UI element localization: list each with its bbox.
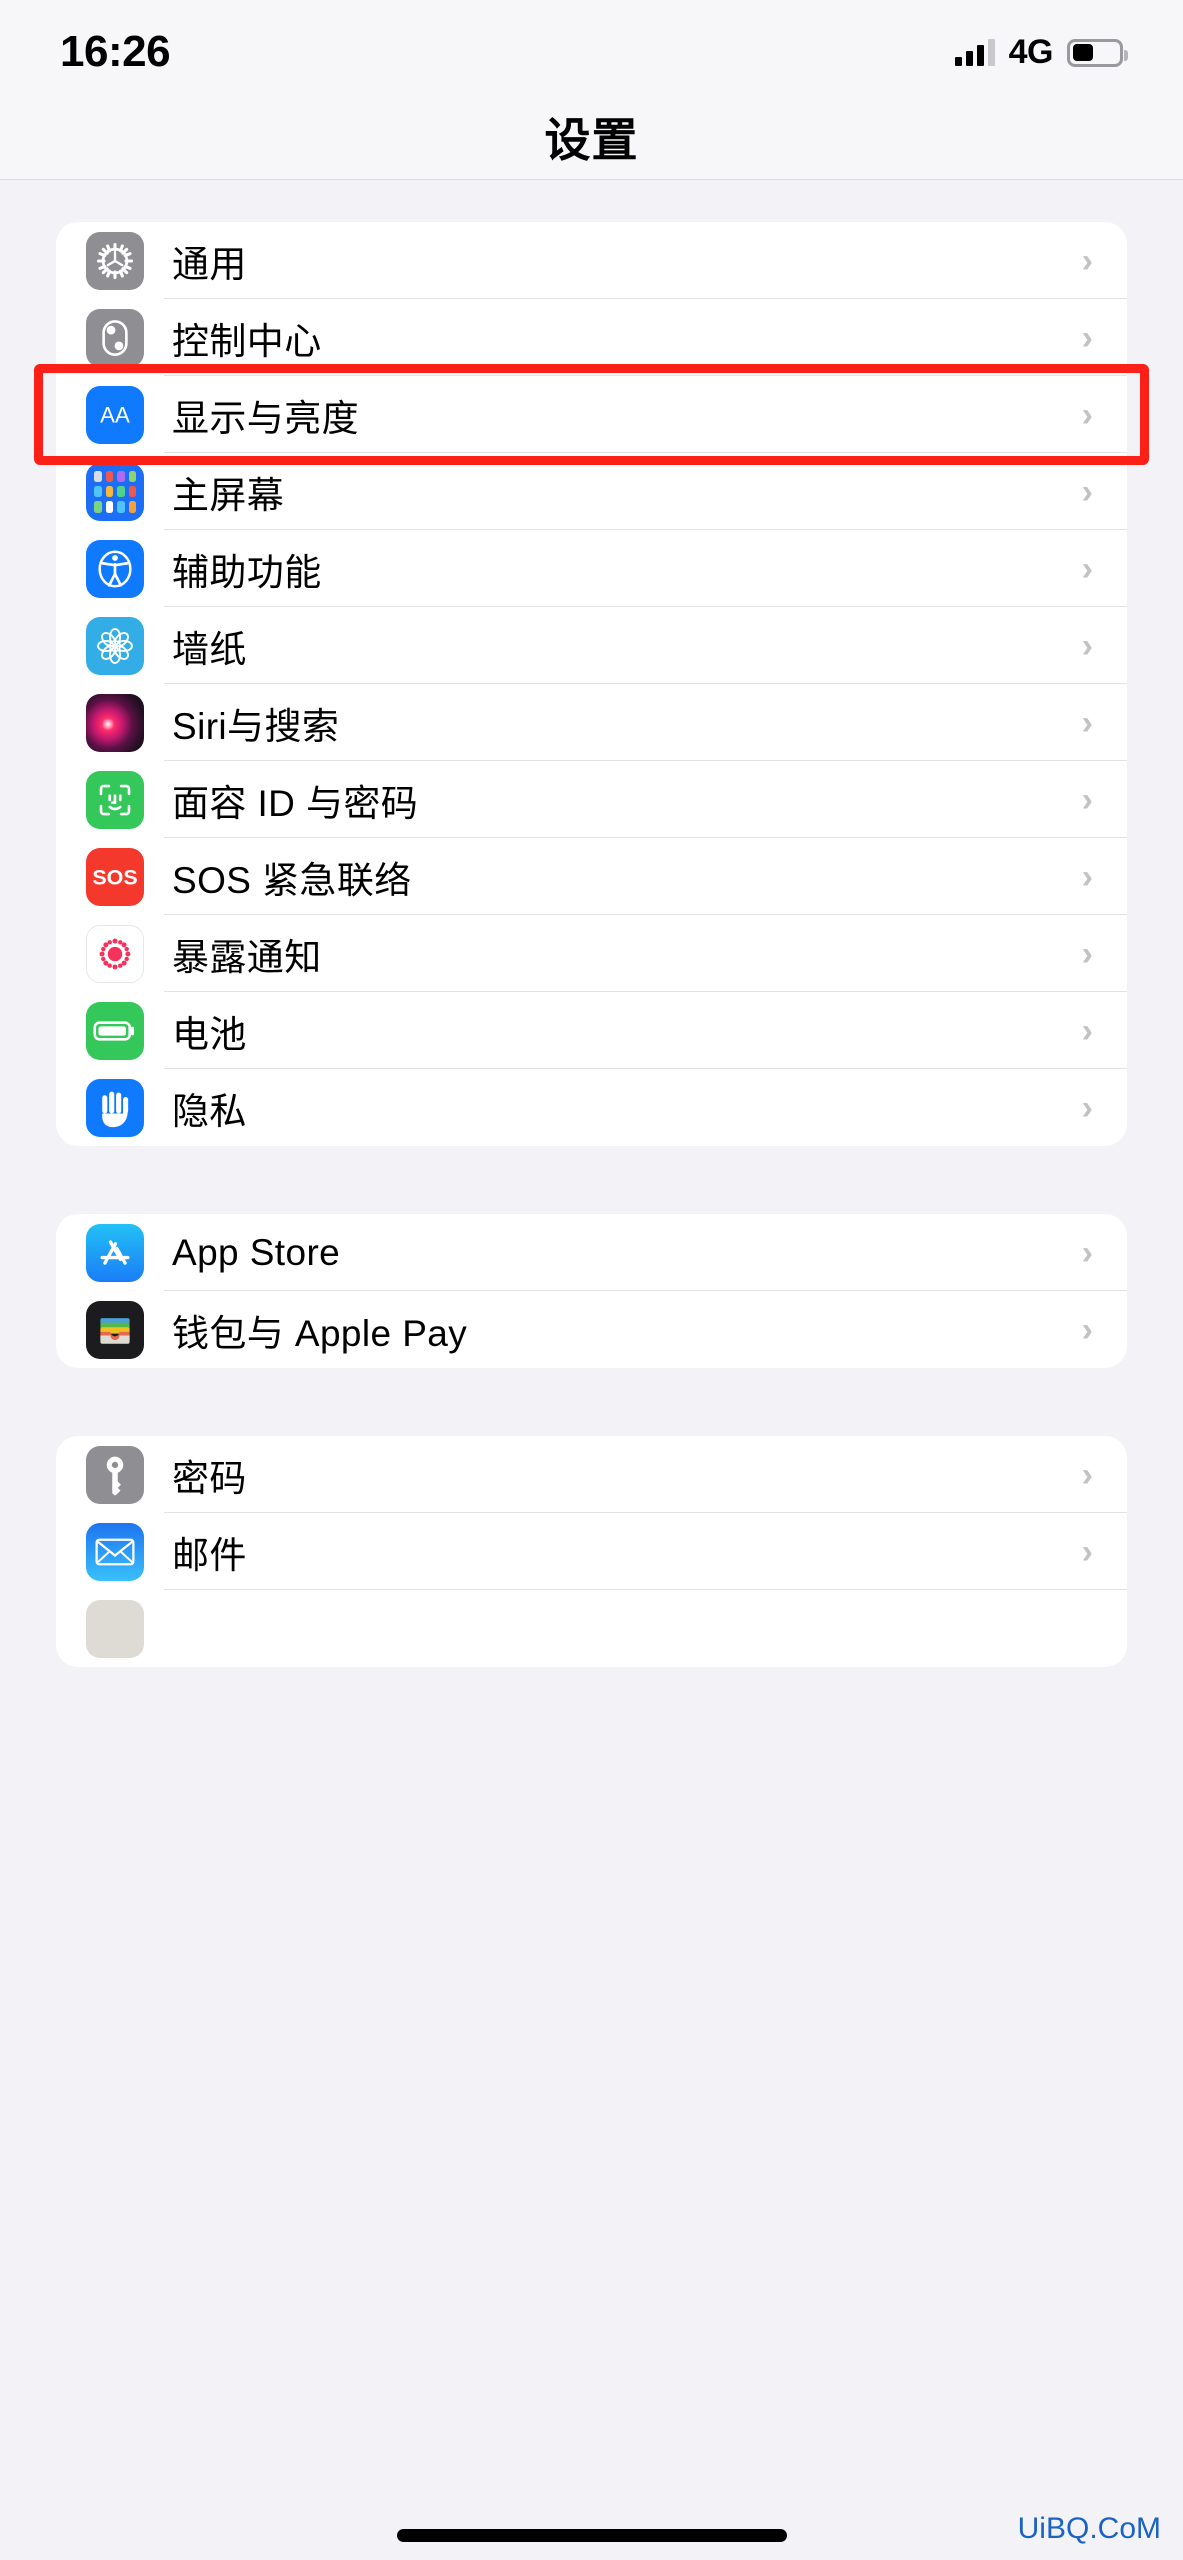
navigation-bar: 设置 [0,95,1183,180]
settings-row-label: 墙纸 [172,628,247,670]
home-indicator[interactable] [396,2529,787,2542]
settings-row-app-store[interactable]: App Store › [56,1214,1127,1291]
settings-row-home-screen[interactable]: 主屏幕 › [56,453,1127,530]
settings-row-label: 电池 [172,1013,247,1055]
settings-row-label: 暴露通知 [172,936,322,978]
chevron-right-icon: › [1081,703,1093,742]
chevron-right-icon: › [1081,241,1093,280]
settings-row-control-center[interactable]: 控制中心 › [56,299,1127,376]
settings-row-label: Siri与搜索 [172,705,340,747]
display-aa-icon: AA [86,385,144,444]
settings-row-exposure-notifications[interactable]: 暴露通知 › [56,915,1127,992]
chevron-right-icon: › [1081,1455,1093,1494]
svg-text:AA: AA [100,402,130,427]
settings-row-label: 显示与亮度 [172,397,359,439]
settings-row-label: 邮件 [172,1534,247,1576]
settings-group-store: App Store › 钱包与 Apple Pay › [56,1214,1127,1368]
control-center-icon [86,308,144,367]
contacts-icon [86,1599,144,1658]
home-screen-icon [86,462,144,521]
passwords-key-icon [86,1445,144,1504]
siri-icon [86,693,144,752]
mail-icon [86,1522,144,1581]
settings-row-label: 面容 ID 与密码 [172,782,419,824]
settings-row-wallpaper[interactable]: 墙纸 › [56,607,1127,684]
settings-group-system: 通用 › 控制中心 › AA 显示与亮度 › 主屏幕 › 辅助功能 › 墙纸 ›… [56,222,1127,1146]
settings-row-partial[interactable] [56,1590,1127,1667]
chevron-right-icon: › [1081,1532,1093,1571]
privacy-hand-icon [86,1078,144,1137]
battery-settings-icon [86,1001,144,1060]
settings-row-privacy[interactable]: 隐私 › [56,1069,1127,1146]
settings-row-label: 控制中心 [172,320,322,362]
settings-group-accounts: 密码 › 邮件 › [56,1436,1127,1667]
cellular-bars-icon [954,38,995,66]
settings-row-label: App Store [172,1231,341,1273]
settings-row-general[interactable]: 通用 › [56,222,1127,299]
settings-row-battery[interactable]: 电池 › [56,992,1127,1069]
settings-row-label: 钱包与 Apple Pay [172,1312,468,1354]
settings-list: 通用 › 控制中心 › AA 显示与亮度 › 主屏幕 › 辅助功能 › 墙纸 ›… [0,222,1183,1667]
network-type-label: 4G [1008,33,1054,71]
page-title: 设置 [544,114,639,166]
watermark: UiBQ.CoM [1017,2512,1161,2545]
chevron-right-icon: › [1081,1233,1093,1272]
battery-icon [1067,38,1128,67]
chevron-right-icon: › [1081,857,1093,896]
accessibility-icon [86,539,144,598]
wallet-icon [86,1300,144,1359]
chevron-right-icon: › [1081,626,1093,665]
settings-row-face-id[interactable]: 面容 ID 与密码 › [56,761,1127,838]
status-bar: 16:26 4G [0,0,1183,95]
chevron-right-icon: › [1081,934,1093,973]
settings-row-label: 辅助功能 [172,551,322,593]
chevron-right-icon: › [1081,780,1093,819]
settings-row-passwords[interactable]: 密码 › [56,1436,1127,1513]
settings-row-label: 密码 [172,1457,247,1499]
status-bar-indicators: 4G [954,33,1128,72]
settings-row-siri-search[interactable]: Siri与搜索 › [56,684,1127,761]
wallpaper-icon [86,616,144,675]
settings-row-emergency-sos[interactable]: SOS SOS 紧急联络 › [56,838,1127,915]
chevron-right-icon: › [1081,472,1093,511]
sos-icon: SOS [86,847,144,906]
chevron-right-icon: › [1081,1088,1093,1127]
chevron-right-icon: › [1081,1310,1093,1349]
iphone-settings-screen: 16:26 4G 设置 通用 › 控制中心 › AA 显示与亮度 › 主屏幕 ›… [0,0,1183,2560]
face-id-icon [86,770,144,829]
settings-row-wallet-apple-pay[interactable]: 钱包与 Apple Pay › [56,1291,1127,1368]
bottom-safe-area [0,2486,1183,2560]
settings-row-mail[interactable]: 邮件 › [56,1513,1127,1590]
settings-row-display-brightness[interactable]: AA 显示与亮度 › [56,376,1127,453]
gear-icon [86,231,144,290]
svg-text:SOS: SOS [92,865,137,889]
settings-row-label: SOS 紧急联络 [172,859,412,901]
app-store-icon [86,1223,144,1282]
status-bar-time: 16:26 [60,26,171,76]
settings-row-label: 通用 [172,243,247,285]
chevron-right-icon: › [1081,1011,1093,1050]
chevron-right-icon: › [1081,318,1093,357]
exposure-notification-icon [86,924,144,983]
settings-row-label: 主屏幕 [172,474,285,516]
chevron-right-icon: › [1081,395,1093,434]
settings-row-label: 隐私 [172,1090,247,1132]
settings-row-accessibility[interactable]: 辅助功能 › [56,530,1127,607]
chevron-right-icon: › [1081,549,1093,588]
